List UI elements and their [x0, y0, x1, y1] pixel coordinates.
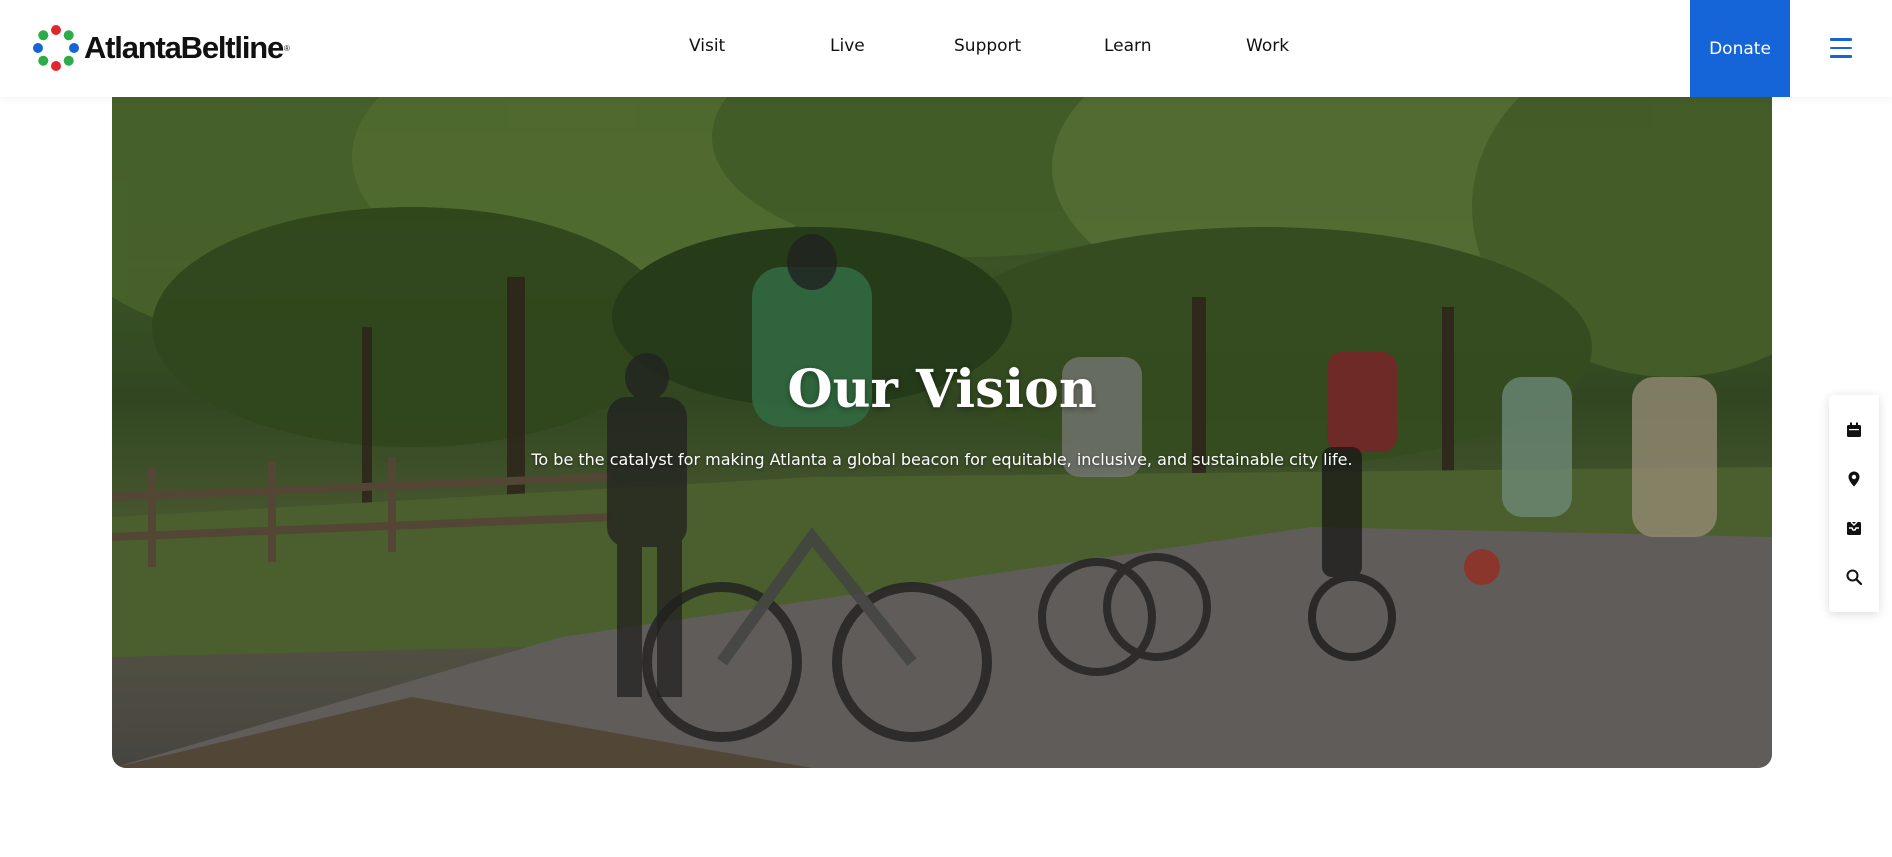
beltline-logo-icon: [33, 25, 79, 71]
registered-mark: ®: [284, 43, 290, 53]
donate-button[interactable]: Donate: [1690, 0, 1790, 97]
calendar-icon[interactable]: [1837, 413, 1871, 447]
hero-overlay: [112, 97, 1772, 768]
hero-banner: Our Vision To be the catalyst for making…: [112, 97, 1772, 768]
location-pin-icon[interactable]: [1837, 462, 1871, 496]
hero-title: Our Vision: [787, 359, 1097, 420]
hamburger-menu-icon[interactable]: [1826, 33, 1856, 63]
nav-live[interactable]: Live: [830, 36, 865, 56]
site-header: AtlantaBeltline ® Visit Live Support Lear…: [0, 0, 1892, 97]
nav-visit[interactable]: Visit: [689, 36, 725, 56]
logo-wordmark: AtlantaBeltline: [84, 30, 284, 65]
nav-learn[interactable]: Learn: [1104, 36, 1152, 56]
inbox-icon[interactable]: [1837, 511, 1871, 545]
nav-support[interactable]: Support: [954, 36, 1021, 56]
hero-subtitle: To be the catalyst for making Atlanta a …: [531, 450, 1353, 469]
nav-work[interactable]: Work: [1246, 36, 1289, 56]
search-icon[interactable]: [1837, 560, 1871, 594]
site-logo[interactable]: AtlantaBeltline ®: [32, 23, 290, 73]
side-toolbar: [1829, 395, 1879, 612]
